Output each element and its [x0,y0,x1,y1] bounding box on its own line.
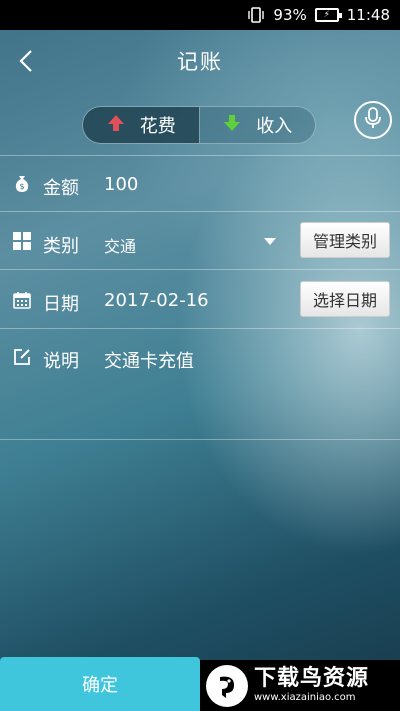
amount-row[interactable]: $ 金额 100 [0,156,400,211]
watermark-title: 下载鸟资源 [254,665,370,691]
expense-label: 花费 [139,116,176,137]
vibrate-icon [247,6,265,24]
note-label: 说明 [43,351,79,372]
date-row: 日期 2017-02-16 选择日期 [0,270,400,328]
svg-text:$: $ [19,182,24,191]
title-bar: 记账 [0,30,400,92]
page-title: 记账 [177,50,223,74]
income-tab[interactable]: 收入 [200,107,316,143]
category-label: 类别 [43,236,79,257]
confirm-button[interactable]: 确定 [0,657,200,711]
watermark: 下载鸟资源 www.xiazainiao.com [200,660,400,711]
bird-logo-icon [206,664,248,707]
watermark-url: www.xiazainiao.com [254,691,356,703]
back-icon[interactable] [14,48,40,74]
voice-input-button[interactable] [354,101,392,139]
category-select[interactable]: 交通 [104,233,136,257]
amount-label: 金额 [43,178,79,199]
amount-input[interactable]: 100 [104,174,138,195]
chevron-down-icon[interactable] [264,238,276,245]
note-row[interactable]: 说明 交通卡充值 [0,329,400,439]
money-bag-icon: $ [12,173,32,193]
up-arrow-icon [106,113,126,138]
row-divider [0,439,400,440]
battery-icon: ⚡ [314,8,342,22]
down-arrow-icon [222,113,242,138]
grid-icon [12,231,32,251]
note-input[interactable]: 交通卡充值 [104,347,194,373]
income-label: 收入 [256,116,293,137]
battery-percent: 93% [273,6,307,24]
date-value[interactable]: 2017-02-16 [104,290,209,311]
type-toggle: 花费 收入 [82,106,316,144]
edit-icon [12,347,32,367]
manage-category-button[interactable]: 管理类别 [299,222,390,258]
calendar-icon [12,290,32,310]
pick-date-button[interactable]: 选择日期 [299,281,390,317]
mic-icon [363,107,383,133]
expense-tab[interactable]: 花费 [83,107,199,143]
date-label: 日期 [43,294,79,315]
status-bar: 93% ⚡ 11:48 [0,0,400,30]
clock: 11:48 [346,6,390,24]
category-row: 类别 交通 管理类别 [0,212,400,269]
